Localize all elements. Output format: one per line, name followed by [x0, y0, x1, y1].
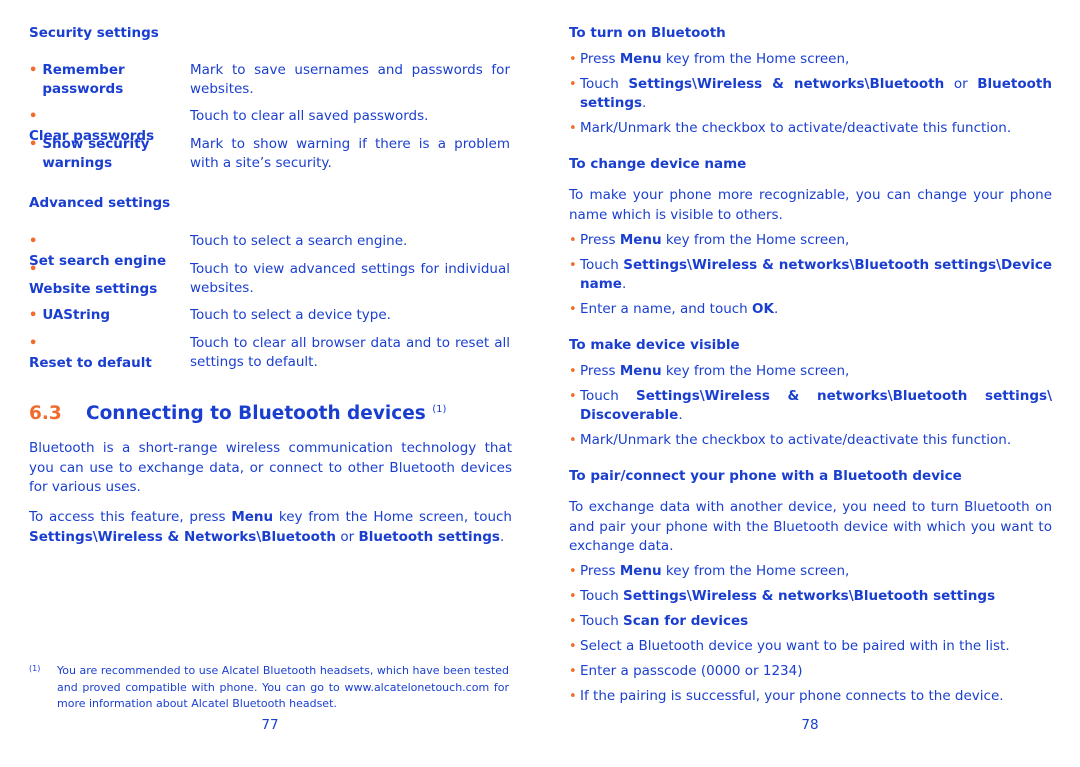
term: Show security warnings	[42, 136, 150, 171]
bullet-icon: •	[569, 389, 577, 404]
bullet-icon: •	[29, 109, 38, 124]
bullet-icon: •	[569, 664, 577, 679]
list-item: • Mark/Unmark the checkbox to activate/d…	[569, 432, 1012, 448]
page-number: 78	[801, 717, 819, 733]
section-title: 6.3 Connecting to Bluetooth devices (1)	[29, 403, 446, 424]
list-item: • Touch Settings\Wireless & networks\Blu…	[569, 388, 1052, 423]
bullet-icon: •	[569, 52, 577, 67]
turn-on-bluetooth-heading: To turn on Bluetooth	[569, 25, 726, 41]
section-title-text: Connecting to Bluetooth devices	[86, 403, 426, 424]
description: Touch to view advanced settings for indi…	[190, 261, 510, 296]
list-item: • Touch Settings\Wireless & networks\Blu…	[569, 76, 1052, 111]
list-item: • If the pairing is successful, your pho…	[569, 688, 1004, 704]
list-item: • Select a Bluetooth device you want to …	[569, 638, 1010, 654]
description: Touch to select a search engine.	[190, 233, 408, 249]
list-item: • Press Menu key from the Home screen,	[569, 363, 850, 379]
list-item: • Mark/Unmark the checkbox to activate/d…	[569, 120, 1012, 136]
bullet-icon: •	[29, 336, 38, 351]
section-number: 6.3	[29, 403, 62, 424]
make-visible-heading: To make device visible	[569, 337, 740, 353]
description: Touch to clear all saved passwords.	[190, 108, 429, 124]
bullet-icon: •	[29, 262, 38, 277]
bullet-icon: •	[29, 308, 38, 323]
list-item: • Press Menu key from the Home screen,	[569, 563, 850, 579]
bullet-icon: •	[569, 614, 577, 629]
description: Mark to show warning if there is a probl…	[190, 136, 510, 171]
list-item: • Touch Settings\Wireless & networks\Blu…	[569, 588, 996, 604]
bullet-icon: •	[569, 639, 577, 654]
bullet-icon: •	[569, 589, 577, 604]
bullet-icon: •	[569, 433, 577, 448]
bullet-icon: •	[569, 77, 577, 92]
bullet-icon: •	[569, 564, 577, 579]
list-item: • Touch Settings\Wireless & networks\Blu…	[569, 257, 1052, 292]
bullet-icon: •	[569, 121, 577, 136]
page-78: To turn on Bluetooth • Press Menu key fr…	[569, 0, 1052, 767]
pair-intro: To exchange data with another device, yo…	[569, 499, 1052, 554]
access-paragraph: To access this feature, press Menu key f…	[29, 509, 512, 545]
bullet-icon: •	[569, 233, 577, 248]
page-77: Security settings • Remember passwords Ma…	[29, 0, 512, 767]
bullet-icon: •	[569, 302, 577, 317]
list-item: • Enter a passcode (0000 or 1234)	[569, 663, 803, 679]
pair-connect-heading: To pair/connect your phone with a Blueto…	[569, 468, 962, 484]
description: Mark to save usernames and passwords for…	[190, 62, 510, 97]
footnote-text: You are recommended to use Alcatel Bluet…	[57, 664, 509, 710]
advanced-settings-heading: Advanced settings	[29, 195, 171, 211]
description: Touch to clear all browser data and to r…	[190, 335, 510, 370]
page-number: 77	[261, 717, 279, 733]
term: Reset to default	[29, 354, 152, 371]
bullet-icon: •	[569, 364, 577, 379]
security-settings-heading: Security settings	[29, 25, 159, 41]
footnote: (1) You are recommended to use Alcatel B…	[29, 663, 509, 713]
bullet-icon: •	[569, 258, 577, 273]
change-name-intro: To make your phone more recognizable, yo…	[569, 187, 1052, 223]
bullet-icon: •	[29, 137, 38, 152]
description: Touch to select a device type.	[190, 307, 391, 323]
footnote-reference: (1)	[432, 403, 447, 415]
list-item: • Enter a name, and touch OK.	[569, 301, 779, 317]
list-item: • Press Menu key from the Home screen,	[569, 232, 850, 248]
list-item: • Touch Scan for devices	[569, 613, 749, 629]
bullet-icon: •	[569, 689, 577, 704]
bullet-icon: •	[29, 63, 38, 78]
term: Website settings	[29, 280, 158, 297]
term: Remember passwords	[42, 62, 125, 97]
bluetooth-intro: Bluetooth is a short-range wireless comm…	[29, 440, 512, 495]
term: UAString	[42, 307, 111, 323]
list-item: • Press Menu key from the Home screen,	[569, 51, 850, 67]
bullet-icon: •	[29, 234, 38, 249]
footnote-mark: (1)	[29, 664, 41, 673]
change-device-name-heading: To change device name	[569, 156, 747, 172]
